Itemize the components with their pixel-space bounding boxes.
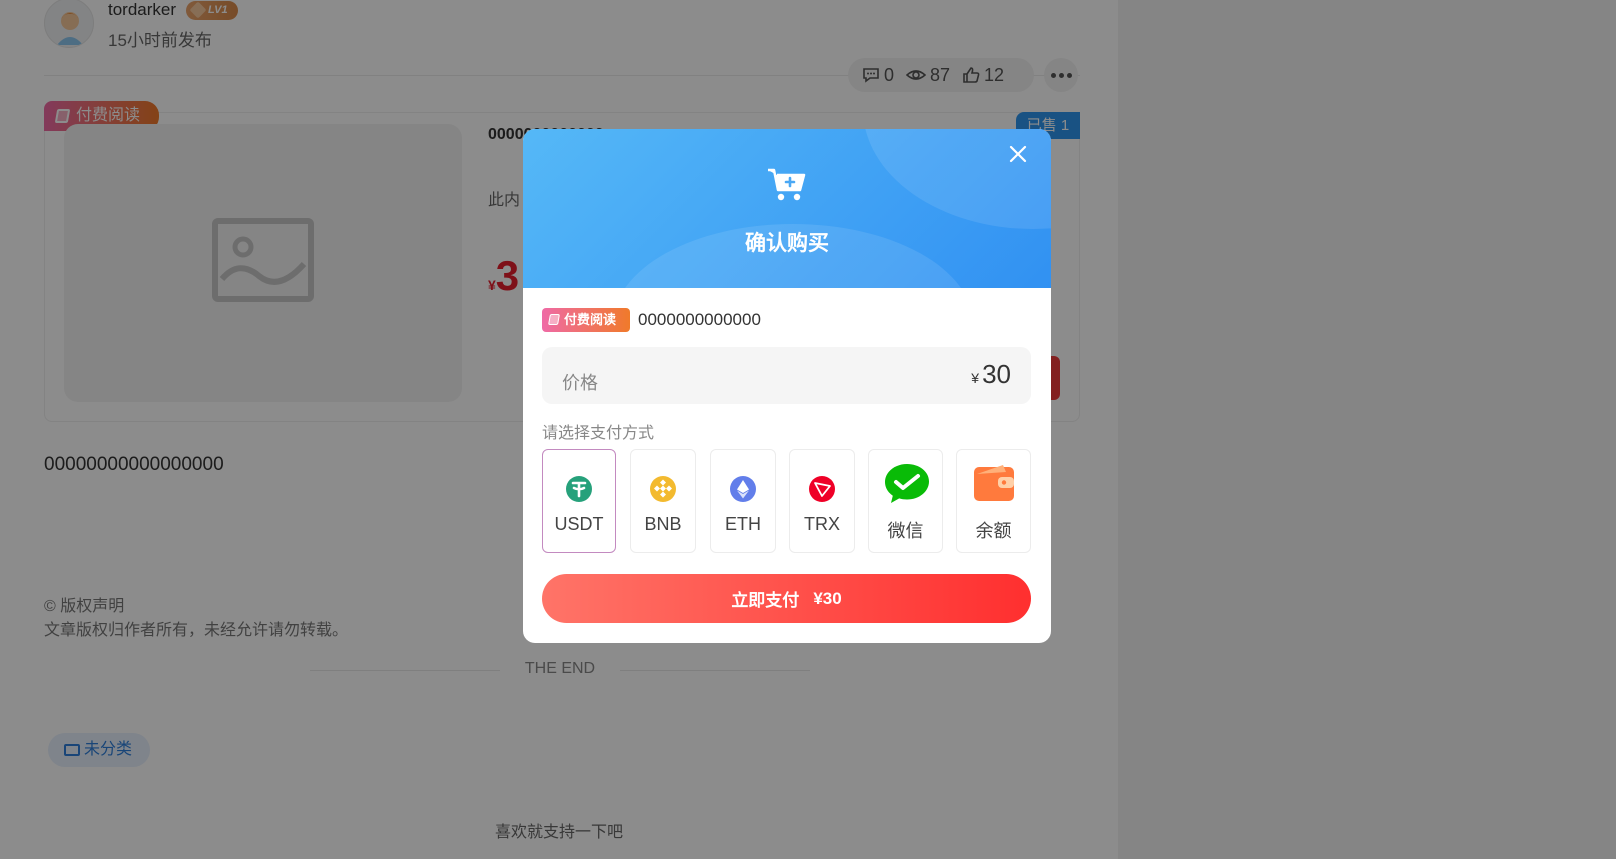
pay-now-button[interactable]: 立即支付 ¥30 — [542, 574, 1031, 623]
price-label: 价格 — [562, 373, 598, 393]
trx-icon — [809, 476, 835, 502]
pay-method-usdt[interactable]: USDT — [542, 449, 616, 553]
payment-methods: USDT BNB ETH TRX 微信 余额 — [542, 449, 1031, 553]
purchase-item: 付费阅读 0000000000000 — [542, 308, 761, 332]
usdt-icon — [566, 476, 592, 502]
close-icon[interactable] — [1005, 141, 1031, 167]
pay-method-label: ETH — [725, 514, 761, 534]
pay-now-label: 立即支付 — [731, 591, 800, 610]
payment-method-label: 请选择支付方式 — [542, 425, 655, 442]
wechat-icon — [885, 464, 929, 503]
item-paid-tag: 付费阅读 — [542, 308, 630, 332]
purchase-modal: 确认购买 付费阅读 0000000000000 价格 ¥30 请选择支付方式 U… — [523, 129, 1051, 643]
eth-icon — [730, 476, 756, 502]
pay-method-bnb[interactable]: BNB — [630, 449, 696, 553]
price-box: 价格 ¥30 — [542, 347, 1031, 404]
modal-title: 确认购买 — [745, 232, 829, 255]
modal-header: 确认购买 — [523, 129, 1051, 288]
pay-method-wechat[interactable]: 微信 — [868, 449, 943, 553]
pay-method-label: 余额 — [975, 521, 1012, 541]
pay-method-label: BNB — [644, 514, 682, 534]
pay-method-label: USDT — [554, 514, 604, 534]
price-value: ¥30 — [971, 359, 1011, 390]
item-name: 0000000000000 — [638, 310, 761, 329]
book-icon — [548, 314, 560, 325]
cart-icon — [768, 168, 806, 201]
bnb-icon — [650, 476, 676, 502]
pay-method-trx[interactable]: TRX — [789, 449, 855, 553]
wallet-icon — [974, 465, 1014, 501]
pay-method-balance[interactable]: 余额 — [956, 449, 1031, 553]
pay-method-eth[interactable]: ETH — [710, 449, 776, 553]
pay-method-label: TRX — [804, 514, 840, 534]
price-amount: 30 — [982, 359, 1011, 389]
pay-now-amount: ¥30 — [813, 588, 842, 608]
price-symbol: ¥ — [971, 370, 980, 386]
pay-method-label: 微信 — [887, 521, 924, 541]
